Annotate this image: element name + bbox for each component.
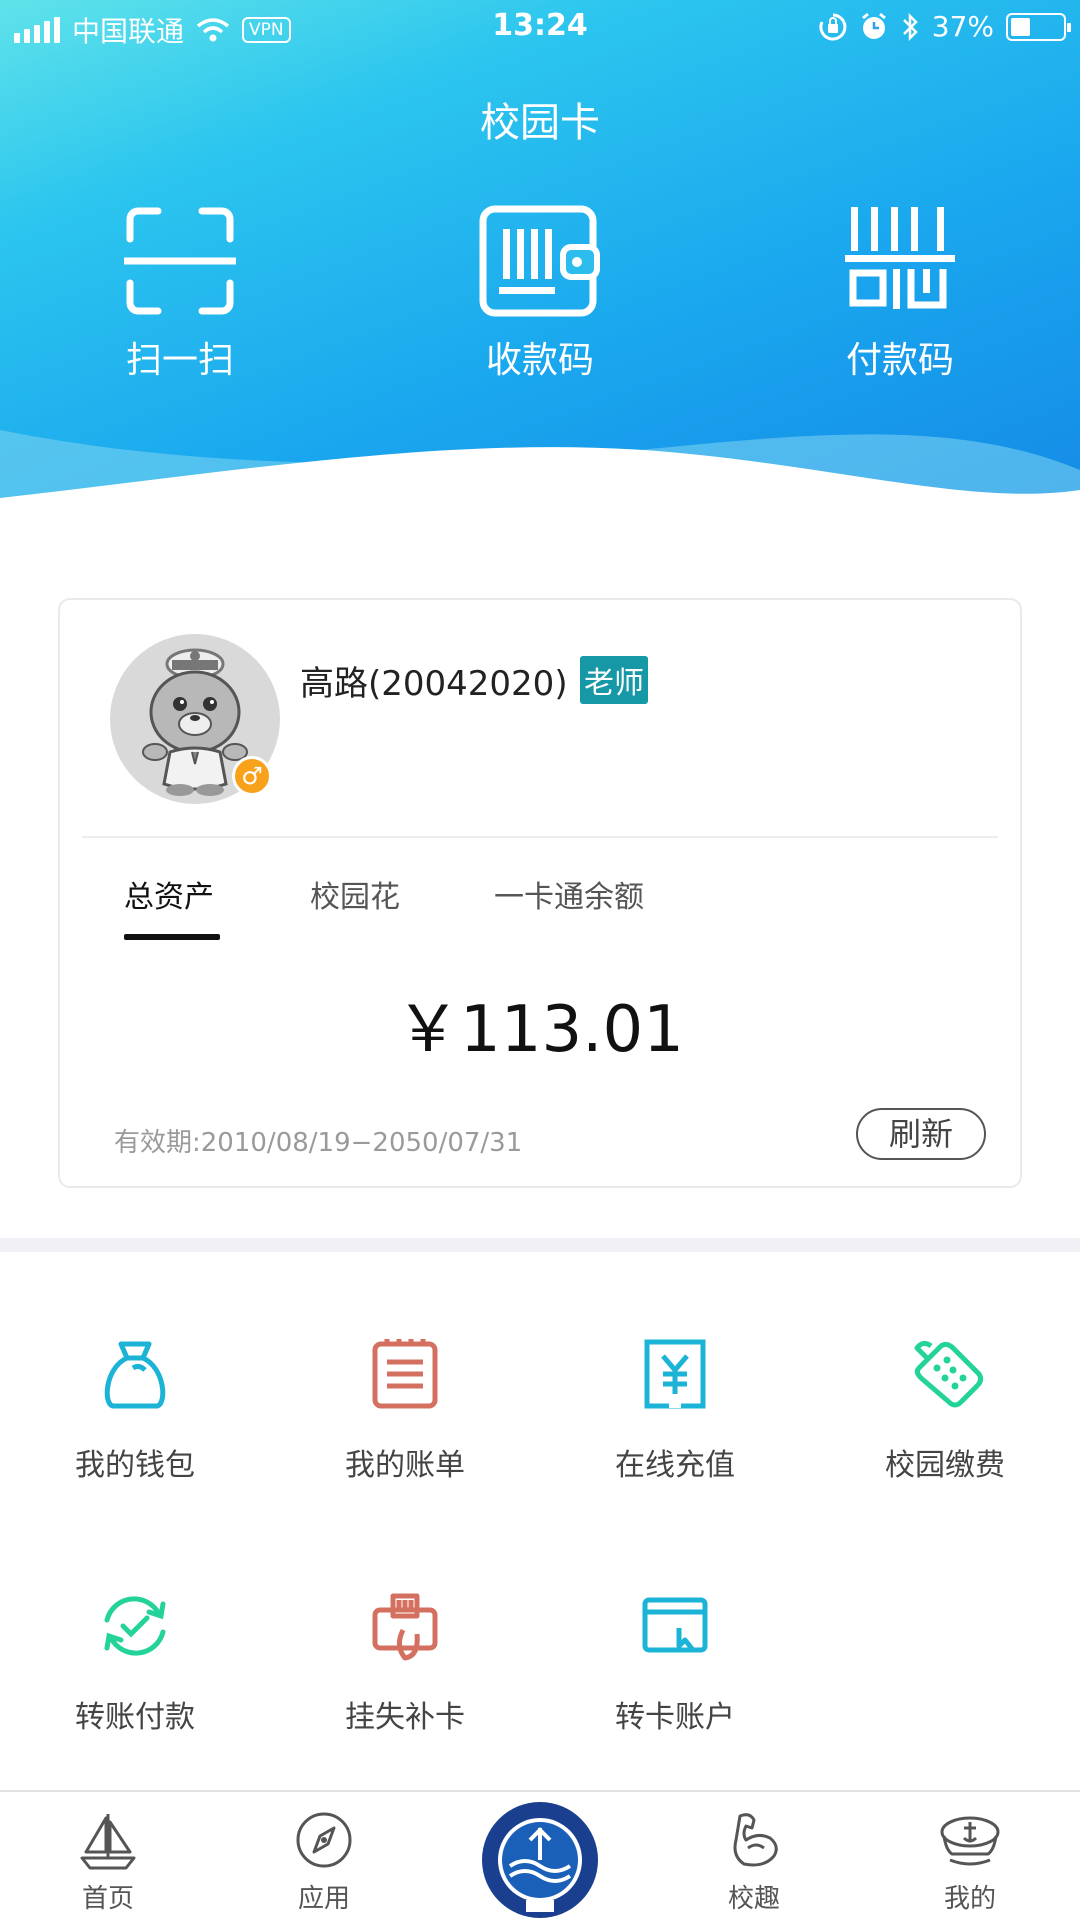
header-banner: 中国联通 VPN 13:24 37% 校园卡 扫一扫 收款码 付款码 [0,0,1080,540]
validity-text: 有效期:2010/08/19−2050/07/31 [114,1128,523,1158]
service-campus-payment[interactable]: 校园缴费 [810,1338,1080,1484]
transfer-cycle-icon [104,1596,166,1656]
nav-label: 校趣 [727,1884,780,1914]
receive-code-button[interactable]: 收款码 [440,205,640,383]
rotation-lock-icon [819,13,847,40]
service-report-loss[interactable]: 挂失补卡 [270,1590,540,1736]
service-label: 转账付款 [75,1700,195,1735]
service-label: 挂失补卡 [345,1700,465,1735]
tab-campus-credit[interactable]: 校园花 [310,872,400,916]
user-name: 高路(20042020) [300,664,568,704]
service-label: 转卡账户 [615,1700,735,1735]
nav-home[interactable]: 首页 [38,1810,178,1915]
role-badge: 老师 [580,656,648,704]
pay-code-button[interactable]: 付款码 [800,205,1000,383]
page-title: 校园卡 [480,100,600,146]
university-logo-icon [482,1802,598,1918]
card-report-icon [372,1593,438,1661]
alarm-icon [861,12,886,39]
balance-amount: ￥113.01 [396,993,684,1067]
yuan-recharge-icon [644,1339,706,1409]
service-label: 校园缴费 [885,1448,1005,1483]
status-bar: 中国联通 VPN 13:24 37% [0,0,1080,56]
tab-card-balance[interactable]: 一卡通余额 [494,872,644,916]
scan-icon [124,207,236,315]
service-label: 我的钱包 [75,1448,195,1483]
university-logo-button[interactable] [480,1800,600,1920]
battery-percent: 37% [931,10,994,43]
battery-icon [1006,12,1071,41]
tab-total-assets[interactable]: 总资产 [124,872,214,916]
compass-icon [296,1812,352,1868]
refresh-button[interactable]: 刷新 [856,1108,986,1160]
receive-code-icon [479,205,600,317]
nav-mine[interactable]: 我的 [900,1810,1040,1915]
service-my-wallet[interactable]: 我的钱包 [0,1338,270,1484]
active-tab-indicator [124,934,220,940]
pay-code-label: 付款码 [845,340,954,381]
service-transfer-payment[interactable]: 转账付款 [0,1590,270,1736]
service-card-account[interactable]: 转卡账户 [540,1590,810,1736]
service-online-recharge[interactable]: 在线充值 [540,1338,810,1484]
captain-hat-icon [940,1816,1000,1866]
card-account-icon [642,1597,708,1653]
wallet-bag-icon [104,1341,166,1409]
section-separator [0,1238,1080,1252]
receive-code-label: 收款码 [485,340,594,381]
bluetooth-icon [902,12,918,41]
payment-terminal-icon [914,1340,984,1408]
nav-label: 应用 [297,1884,350,1914]
service-label: 在线充值 [615,1448,735,1483]
service-label: 我的账单 [345,1448,465,1483]
divider [82,836,998,838]
nav-fun[interactable]: 校趣 [684,1810,824,1915]
service-my-bill[interactable]: 我的账单 [270,1338,540,1484]
scan-button[interactable]: 扫一扫 [80,205,280,383]
pay-code-icon [845,207,955,309]
muscle-arm-icon [733,1813,778,1867]
scan-label: 扫一扫 [125,340,234,381]
gender-male-icon: ♂ [232,756,272,796]
nav-apps[interactable]: 应用 [254,1810,394,1915]
nav-label: 我的 [943,1884,996,1914]
campus-card-panel: ♂ 高路(20042020) 老师 总资产 校园花 一卡通余额 ￥113.01 … [58,598,1022,1188]
nav-label: 首页 [81,1884,134,1914]
sailboat-icon [80,1814,136,1870]
bill-icon [372,1339,438,1409]
